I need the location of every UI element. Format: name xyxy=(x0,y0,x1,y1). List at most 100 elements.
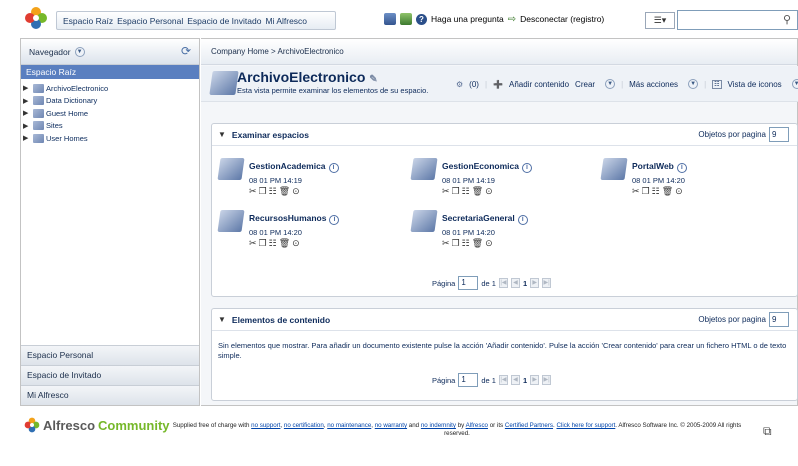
info-icon[interactable]: i xyxy=(517,215,528,225)
last-page-icon[interactable]: ▶| xyxy=(542,278,552,288)
space-details-icon[interactable]: ✎ xyxy=(369,74,377,85)
cut-icon[interactable]: ✂ xyxy=(249,238,257,249)
tree-item-label[interactable]: Data Dictionary xyxy=(46,96,97,105)
cut-icon[interactable]: ✂ xyxy=(442,186,450,197)
collapse-arrow-icon[interactable]: ▼ xyxy=(218,130,226,139)
tree-item[interactable]: ▶ Guest Home xyxy=(23,107,199,120)
footer-link[interactable]: Alfresco xyxy=(466,422,488,429)
tree-item[interactable]: ▶ User Homes xyxy=(23,132,199,145)
rules-count[interactable]: (0) xyxy=(469,80,479,89)
space-name[interactable]: SecretariaGeneral i xyxy=(442,213,528,225)
space-name[interactable]: GestionAcademica i xyxy=(249,161,339,173)
copy-icon[interactable]: ❐ xyxy=(642,186,650,197)
details-icon[interactable]: ☷ xyxy=(462,238,470,249)
panel-espacio-invitado[interactable]: Espacio de Invitado xyxy=(21,365,199,385)
tree-item-label[interactable]: Sites xyxy=(46,121,63,130)
help-icon[interactable]: ? xyxy=(416,13,427,25)
more-actions-icon[interactable]: ⊙ xyxy=(292,186,300,197)
next-page-icon[interactable]: ▶ xyxy=(530,278,540,288)
space-icon[interactable] xyxy=(410,210,438,232)
groups-icon[interactable] xyxy=(400,13,412,25)
alfresco-community-logo[interactable]: Alfresco Community xyxy=(24,417,170,433)
page-input[interactable]: 1 xyxy=(458,276,479,290)
space-name[interactable]: PortalWeb i xyxy=(632,161,687,173)
delete-icon[interactable]: 🗑 xyxy=(472,186,483,197)
panel-espacio-personal[interactable]: Espacio Personal xyxy=(21,345,199,365)
tree-item[interactable]: ▶ Sites xyxy=(23,120,199,133)
delete-icon[interactable]: 🗑 xyxy=(279,238,290,249)
logout-link[interactable]: Desconectar (registro) xyxy=(520,14,604,24)
sidebar-selected-space[interactable]: Espacio Raíz xyxy=(21,65,199,79)
info-icon[interactable]: i xyxy=(329,215,340,225)
tree-item[interactable]: ▶ Data Dictionary xyxy=(23,95,199,108)
footer-link[interactable]: no certification xyxy=(284,422,324,429)
space-icon[interactable] xyxy=(410,158,438,180)
breadcrumb[interactable]: Company Home > ArchivoElectronico xyxy=(201,39,797,65)
cut-icon[interactable]: ✂ xyxy=(632,186,640,197)
prev-page-icon[interactable]: ◀ xyxy=(510,278,520,288)
search-input[interactable]: ⚲ xyxy=(677,10,798,30)
tree-item-label[interactable]: ArchivoElectronico xyxy=(46,84,108,93)
nav-mi-alfresco[interactable]: Mi Alfresco xyxy=(265,16,307,26)
collapse-arrow-icon[interactable]: ▼ xyxy=(218,315,226,324)
first-page-icon[interactable]: |◀ xyxy=(498,278,508,288)
add-content-button[interactable]: Añadir contenido xyxy=(509,80,569,89)
delete-icon[interactable]: 🗑 xyxy=(279,186,290,197)
delete-icon[interactable]: 🗑 xyxy=(472,238,483,249)
next-page-icon[interactable]: ▶ xyxy=(530,375,540,385)
search-icon[interactable]: ⚲ xyxy=(783,13,797,27)
create-button[interactable]: Crear xyxy=(575,80,595,89)
help-link[interactable]: Haga una pregunta xyxy=(431,14,504,24)
nav-espacio-raiz[interactable]: Espacio Raíz xyxy=(63,16,113,26)
rss-icon[interactable]: ⧉ xyxy=(763,424,772,439)
space-card[interactable]: GestionEconomica i 08 01 PM 14:19 ✂ ❐ ☷ 🗑 ⊙ xyxy=(410,156,572,206)
alfresco-logo-icon[interactable] xyxy=(24,6,48,30)
footer-link[interactable]: Certified Partners xyxy=(505,422,553,429)
space-name[interactable]: GestionEconomica i xyxy=(442,161,532,173)
tree-item[interactable]: ▶ ArchivoElectronico xyxy=(23,82,199,95)
chevron-down-icon[interactable]: ▼ xyxy=(605,79,616,89)
details-icon[interactable]: ☷ xyxy=(462,186,470,197)
cut-icon[interactable]: ✂ xyxy=(442,238,450,249)
expand-arrow-icon[interactable]: ▶ xyxy=(23,122,31,130)
view-menu-button[interactable]: ☰▾ xyxy=(645,12,675,29)
chevron-down-icon[interactable]: ▼ xyxy=(688,79,699,89)
more-actions-button[interactable]: Más acciones xyxy=(629,80,678,89)
space-icon[interactable] xyxy=(600,158,628,180)
footer-link[interactable]: no indemnity xyxy=(421,422,456,429)
view-mode-button[interactable]: Vista de iconos xyxy=(728,80,782,89)
copy-icon[interactable]: ❐ xyxy=(259,238,267,249)
add-content-icon[interactable]: ➕ xyxy=(493,80,503,89)
space-card[interactable]: SecretariaGeneral i 08 01 PM 14:20 ✂ ❐ ☷ 🗑 ⊙ xyxy=(410,208,572,258)
copy-icon[interactable]: ❐ xyxy=(259,186,267,197)
info-icon[interactable]: i xyxy=(522,163,532,173)
more-actions-icon[interactable]: ⊙ xyxy=(675,186,683,197)
panel-header[interactable]: ▼ Elementos de contenido Objetos por pag… xyxy=(212,309,797,331)
page-input[interactable]: 1 xyxy=(458,373,479,387)
nav-espacio-personal[interactable]: Espacio Personal xyxy=(117,16,183,26)
prev-page-icon[interactable]: ◀ xyxy=(510,375,520,385)
details-icon[interactable]: ☷ xyxy=(269,186,277,197)
expand-arrow-icon[interactable]: ▶ xyxy=(23,97,31,105)
space-card[interactable]: GestionAcademica i 08 01 PM 14:19 ✂ ❐ ☷ 🗑 ⊙ xyxy=(217,156,379,206)
tree-item-label[interactable]: Guest Home xyxy=(46,109,88,118)
space-card[interactable]: RecursosHumanos i 08 01 PM 14:20 ✂ ❐ ☷ 🗑 ⊙ xyxy=(217,208,379,258)
view-icon[interactable]: ☷ xyxy=(712,79,722,89)
details-icon[interactable]: ☷ xyxy=(269,238,277,249)
info-icon[interactable]: i xyxy=(328,163,339,173)
per-page-input[interactable]: 9 xyxy=(769,127,789,142)
expand-arrow-icon[interactable]: ▶ xyxy=(23,134,31,142)
expand-arrow-icon[interactable]: ▶ xyxy=(23,109,31,117)
space-card[interactable]: PortalWeb i 08 01 PM 14:20 ✂ ❐ ☷ 🗑 ⊙ xyxy=(600,156,762,206)
chevron-down-icon[interactable]: ▼ xyxy=(74,46,85,57)
delete-icon[interactable]: 🗑 xyxy=(662,186,673,197)
first-page-icon[interactable]: |◀ xyxy=(498,375,508,385)
footer-link[interactable]: no support xyxy=(251,422,280,429)
users-icon[interactable] xyxy=(384,13,396,25)
rules-icon[interactable]: ⚙ xyxy=(456,80,463,89)
footer-link[interactable]: no warranty xyxy=(375,422,407,429)
chevron-down-icon[interactable]: ▼ xyxy=(791,79,798,89)
space-icon[interactable] xyxy=(217,210,245,232)
expand-arrow-icon[interactable]: ▶ xyxy=(23,84,31,92)
cut-icon[interactable]: ✂ xyxy=(249,186,257,197)
